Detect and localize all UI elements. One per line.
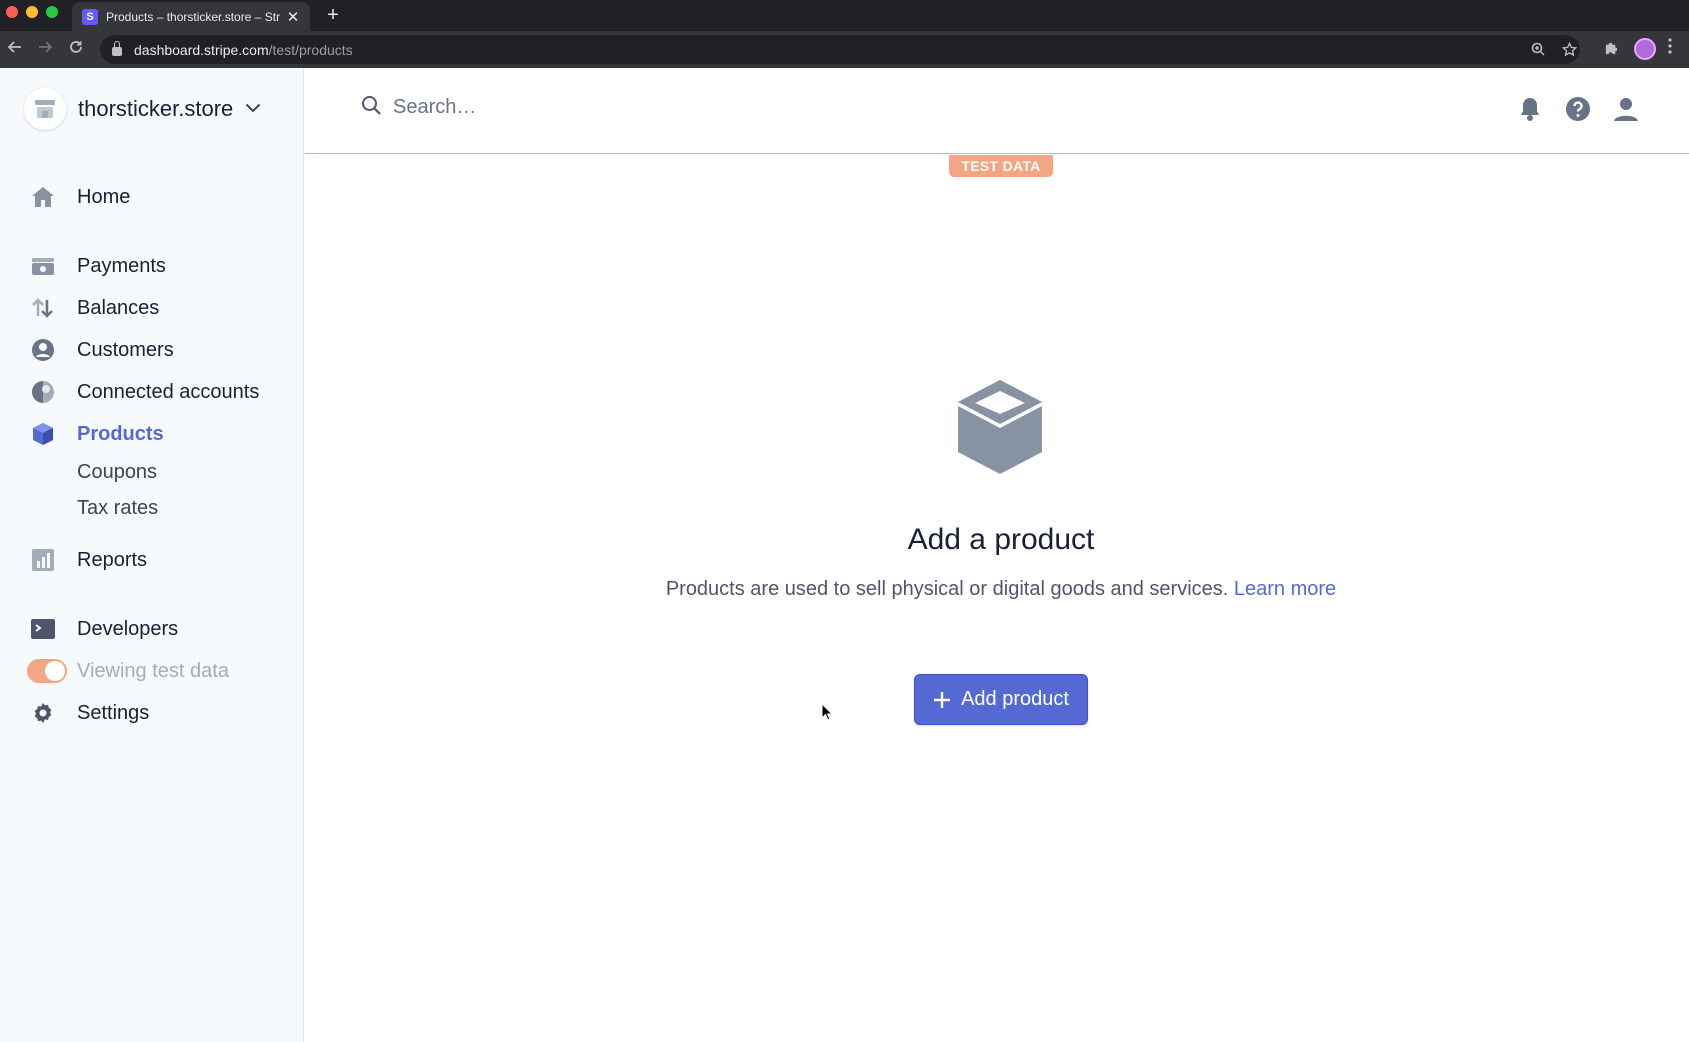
chevron-down-icon [245,100,261,118]
browser-tab-active[interactable]: S Products – thorsticker.store – Stripe … [72,2,310,31]
sidebar-item-label: Developers [77,617,179,640]
sidebar-item-developers[interactable]: Developers [30,614,178,644]
add-product-button[interactable]: Add product [914,674,1088,725]
user-account-icon[interactable] [1612,96,1640,127]
address-bar[interactable]: dashboard.stripe.com/test/products [100,35,1580,64]
sidebar: thorsticker.store Home Payments Balances… [0,68,304,1042]
sidebar-item-label: Payments [77,254,166,277]
account-switcher[interactable]: thorsticker.store [24,88,261,130]
sidebar-item-coupons[interactable]: Coupons [77,461,157,484]
add-product-label: Add product [961,688,1069,710]
sidebar-item-reports[interactable]: Reports [30,545,147,575]
lock-icon [112,41,122,56]
balances-arrows-icon [30,295,56,321]
test-data-badge: TEST DATA [949,155,1053,177]
connected-accounts-icon [30,379,56,405]
mouse-cursor-icon [821,702,834,726]
search-icon [361,95,381,120]
sidebar-item-tax-rates[interactable]: Tax rates [77,497,158,520]
sidebar-item-label: Reports [77,548,148,571]
stripe-favicon-icon: S [82,8,98,25]
sidebar-item-label: Home [77,185,131,208]
browser-toolbar: dashboard.stripe.com/test/products [0,31,1689,68]
bookmark-star-icon[interactable] [1561,41,1578,60]
account-name: thorsticker.store [78,96,234,121]
new-tab-icon[interactable]: + [322,4,344,27]
window-minimize-button[interactable] [26,6,38,18]
gear-icon [30,700,56,726]
description-text: Products are used to sell physical or di… [665,578,1229,600]
sidebar-item-products[interactable]: Products [30,419,164,449]
home-icon [30,184,56,210]
tab-title: Products – thorsticker.store – Stripe [106,9,280,24]
sidebar-item-customers[interactable]: Customers [30,335,174,365]
reload-icon[interactable] [66,40,86,59]
url-path: /test/products [268,41,353,58]
terminal-icon [30,616,56,642]
plus-icon [933,687,951,713]
bell-icon[interactable] [1519,96,1541,127]
search-input[interactable] [393,96,893,119]
sidebar-item-payments[interactable]: Payments [30,251,166,281]
window-zoom-button[interactable] [46,6,58,18]
empty-state-title: Add a product [907,523,1095,556]
sidebar-item-label: Customers [77,338,174,361]
search-bar[interactable] [361,95,893,120]
top-bar [305,68,1689,154]
test-mode-toggle[interactable] [27,659,67,683]
tab-close-icon[interactable]: ✕ [286,8,300,26]
sidebar-item-settings[interactable]: Settings [30,698,149,728]
store-icon [24,88,66,130]
url-host: dashboard.stripe.com [134,41,269,58]
sidebar-item-label: Settings [77,701,150,724]
sidebar-item-label: Connected accounts [77,380,260,403]
extensions-puzzle-icon[interactable] [1604,40,1619,59]
customer-icon [30,337,56,363]
reports-chart-icon [30,547,56,573]
zoom-icon[interactable] [1531,42,1545,59]
product-box-icon [30,421,56,447]
profile-avatar[interactable] [1634,38,1656,60]
product-box-icon [955,378,1045,481]
browser-tab-bar: S Products – thorsticker.store – Stripe … [0,0,1689,31]
sidebar-item-label: Balances [77,296,160,319]
sidebar-item-connected-accounts[interactable]: Connected accounts [30,377,259,407]
sidebar-item-balances[interactable]: Balances [30,293,159,323]
empty-state-description: Products are used to sell physical or di… [560,578,1442,601]
learn-more-link[interactable]: Learn more [1234,578,1336,600]
sidebar-item-test-data-toggle[interactable]: Viewing test data [27,656,229,686]
window-close-button[interactable] [6,6,18,18]
payments-icon [30,253,56,279]
sidebar-item-label: Products [77,422,164,445]
forward-icon[interactable] [35,40,55,59]
sidebar-item-home[interactable]: Home [30,182,130,212]
sidebar-item-label: Viewing test data [77,659,229,682]
back-icon[interactable] [5,40,25,59]
help-icon[interactable] [1565,96,1591,127]
browser-menu-icon[interactable] [1668,38,1672,59]
